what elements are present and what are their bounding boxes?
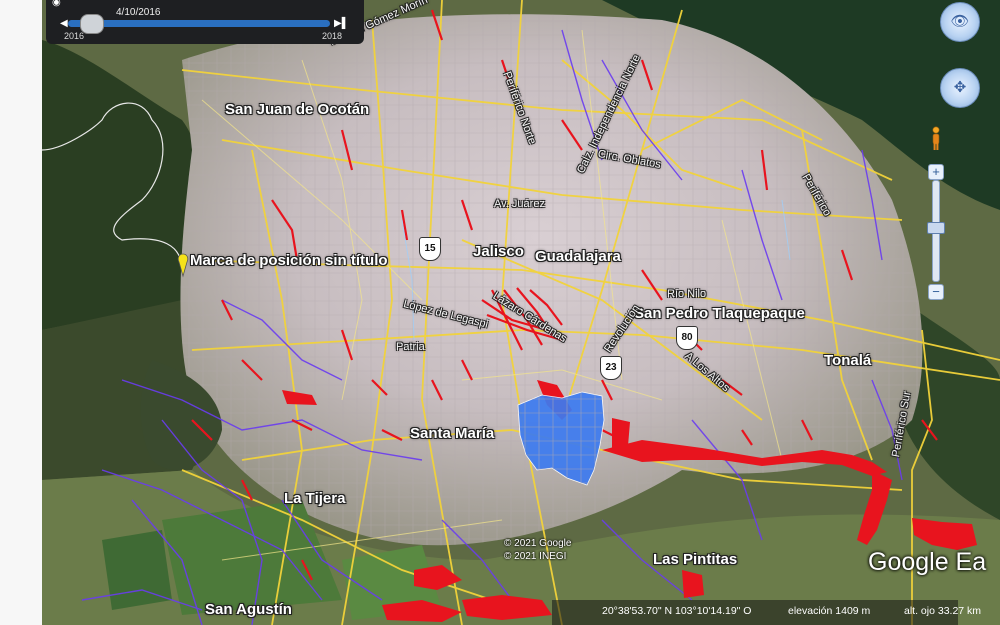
status-bar: 20°38'53.70" N 103°10'14.19" O elevación… (552, 600, 981, 625)
place-label-san-juan: San Juan de Ocotán (225, 101, 370, 118)
yellow-pushpin-icon[interactable] (174, 252, 192, 278)
place-label-las-pintitas: Las Pintitas (653, 551, 738, 568)
zoom-slider[interactable]: + − (927, 164, 945, 300)
place-label-la-tijera: La Tijera (284, 490, 346, 507)
historical-imagery-slider[interactable]: ◉ 4/10/2016 ◀ ▶▌ 2016 2018 (46, 0, 364, 44)
route-shield-80: 80 (676, 326, 698, 350)
eye-altitude-readout: alt. ojo 33.27 km (904, 605, 982, 617)
step-forward-icon[interactable]: ▶▌ (334, 18, 349, 29)
step-back-icon[interactable]: ◀ (60, 18, 68, 29)
street-label-av-juarez: Av. Juárez (494, 198, 545, 210)
route-shield-23: 23 (600, 356, 622, 380)
place-label-santa-maria: Santa María (410, 425, 495, 442)
map-view[interactable]: San Juan de Ocotán Marca de posición sin… (42, 0, 1000, 625)
left-panel-edge (0, 0, 43, 625)
street-label-rio-nilo: Río Nilo (667, 288, 707, 300)
google-earth-logo: Google Ea (868, 548, 987, 576)
time-settings-icon[interactable]: ◉ (52, 0, 61, 8)
move-pan-icon[interactable]: ✥ (940, 68, 980, 108)
slider-end-year: 2018 (322, 31, 343, 41)
elevation-readout: elevación 1409 m (788, 605, 871, 617)
place-label-jalisco: Jalisco (473, 243, 524, 260)
cursor-coordinates: 20°38'53.70" N 103°10'14.19" O (602, 605, 752, 617)
zoom-handle[interactable] (927, 222, 945, 234)
imagery-date: 4/10/2016 (116, 7, 161, 18)
place-label-guadalajara: Guadalajara (535, 248, 621, 265)
street-view-pegman-icon[interactable] (930, 126, 942, 152)
time-slider-track[interactable] (68, 20, 330, 27)
place-label-tonala: Tonalá (824, 352, 872, 369)
google-earth-window: San Juan de Ocotán Marca de posición sin… (0, 0, 1000, 625)
zoom-in-button[interactable]: + (928, 164, 944, 180)
place-label-tlaquepaque: San Pedro Tlaquepaque (634, 305, 805, 322)
zoom-out-button[interactable]: − (928, 284, 944, 300)
slider-start-year: 2016 (64, 31, 85, 41)
look-around-icon[interactable]: 👁 (940, 2, 980, 42)
street-label-patria: Patria (396, 341, 425, 353)
map-copyright: © 2021 Google © 2021 INEGI (504, 538, 572, 562)
placemark-label[interactable]: Marca de posición sin título (190, 252, 388, 269)
route-shield-15: 15 (419, 237, 441, 261)
place-label-san-agustin: San Agustín (205, 601, 292, 618)
